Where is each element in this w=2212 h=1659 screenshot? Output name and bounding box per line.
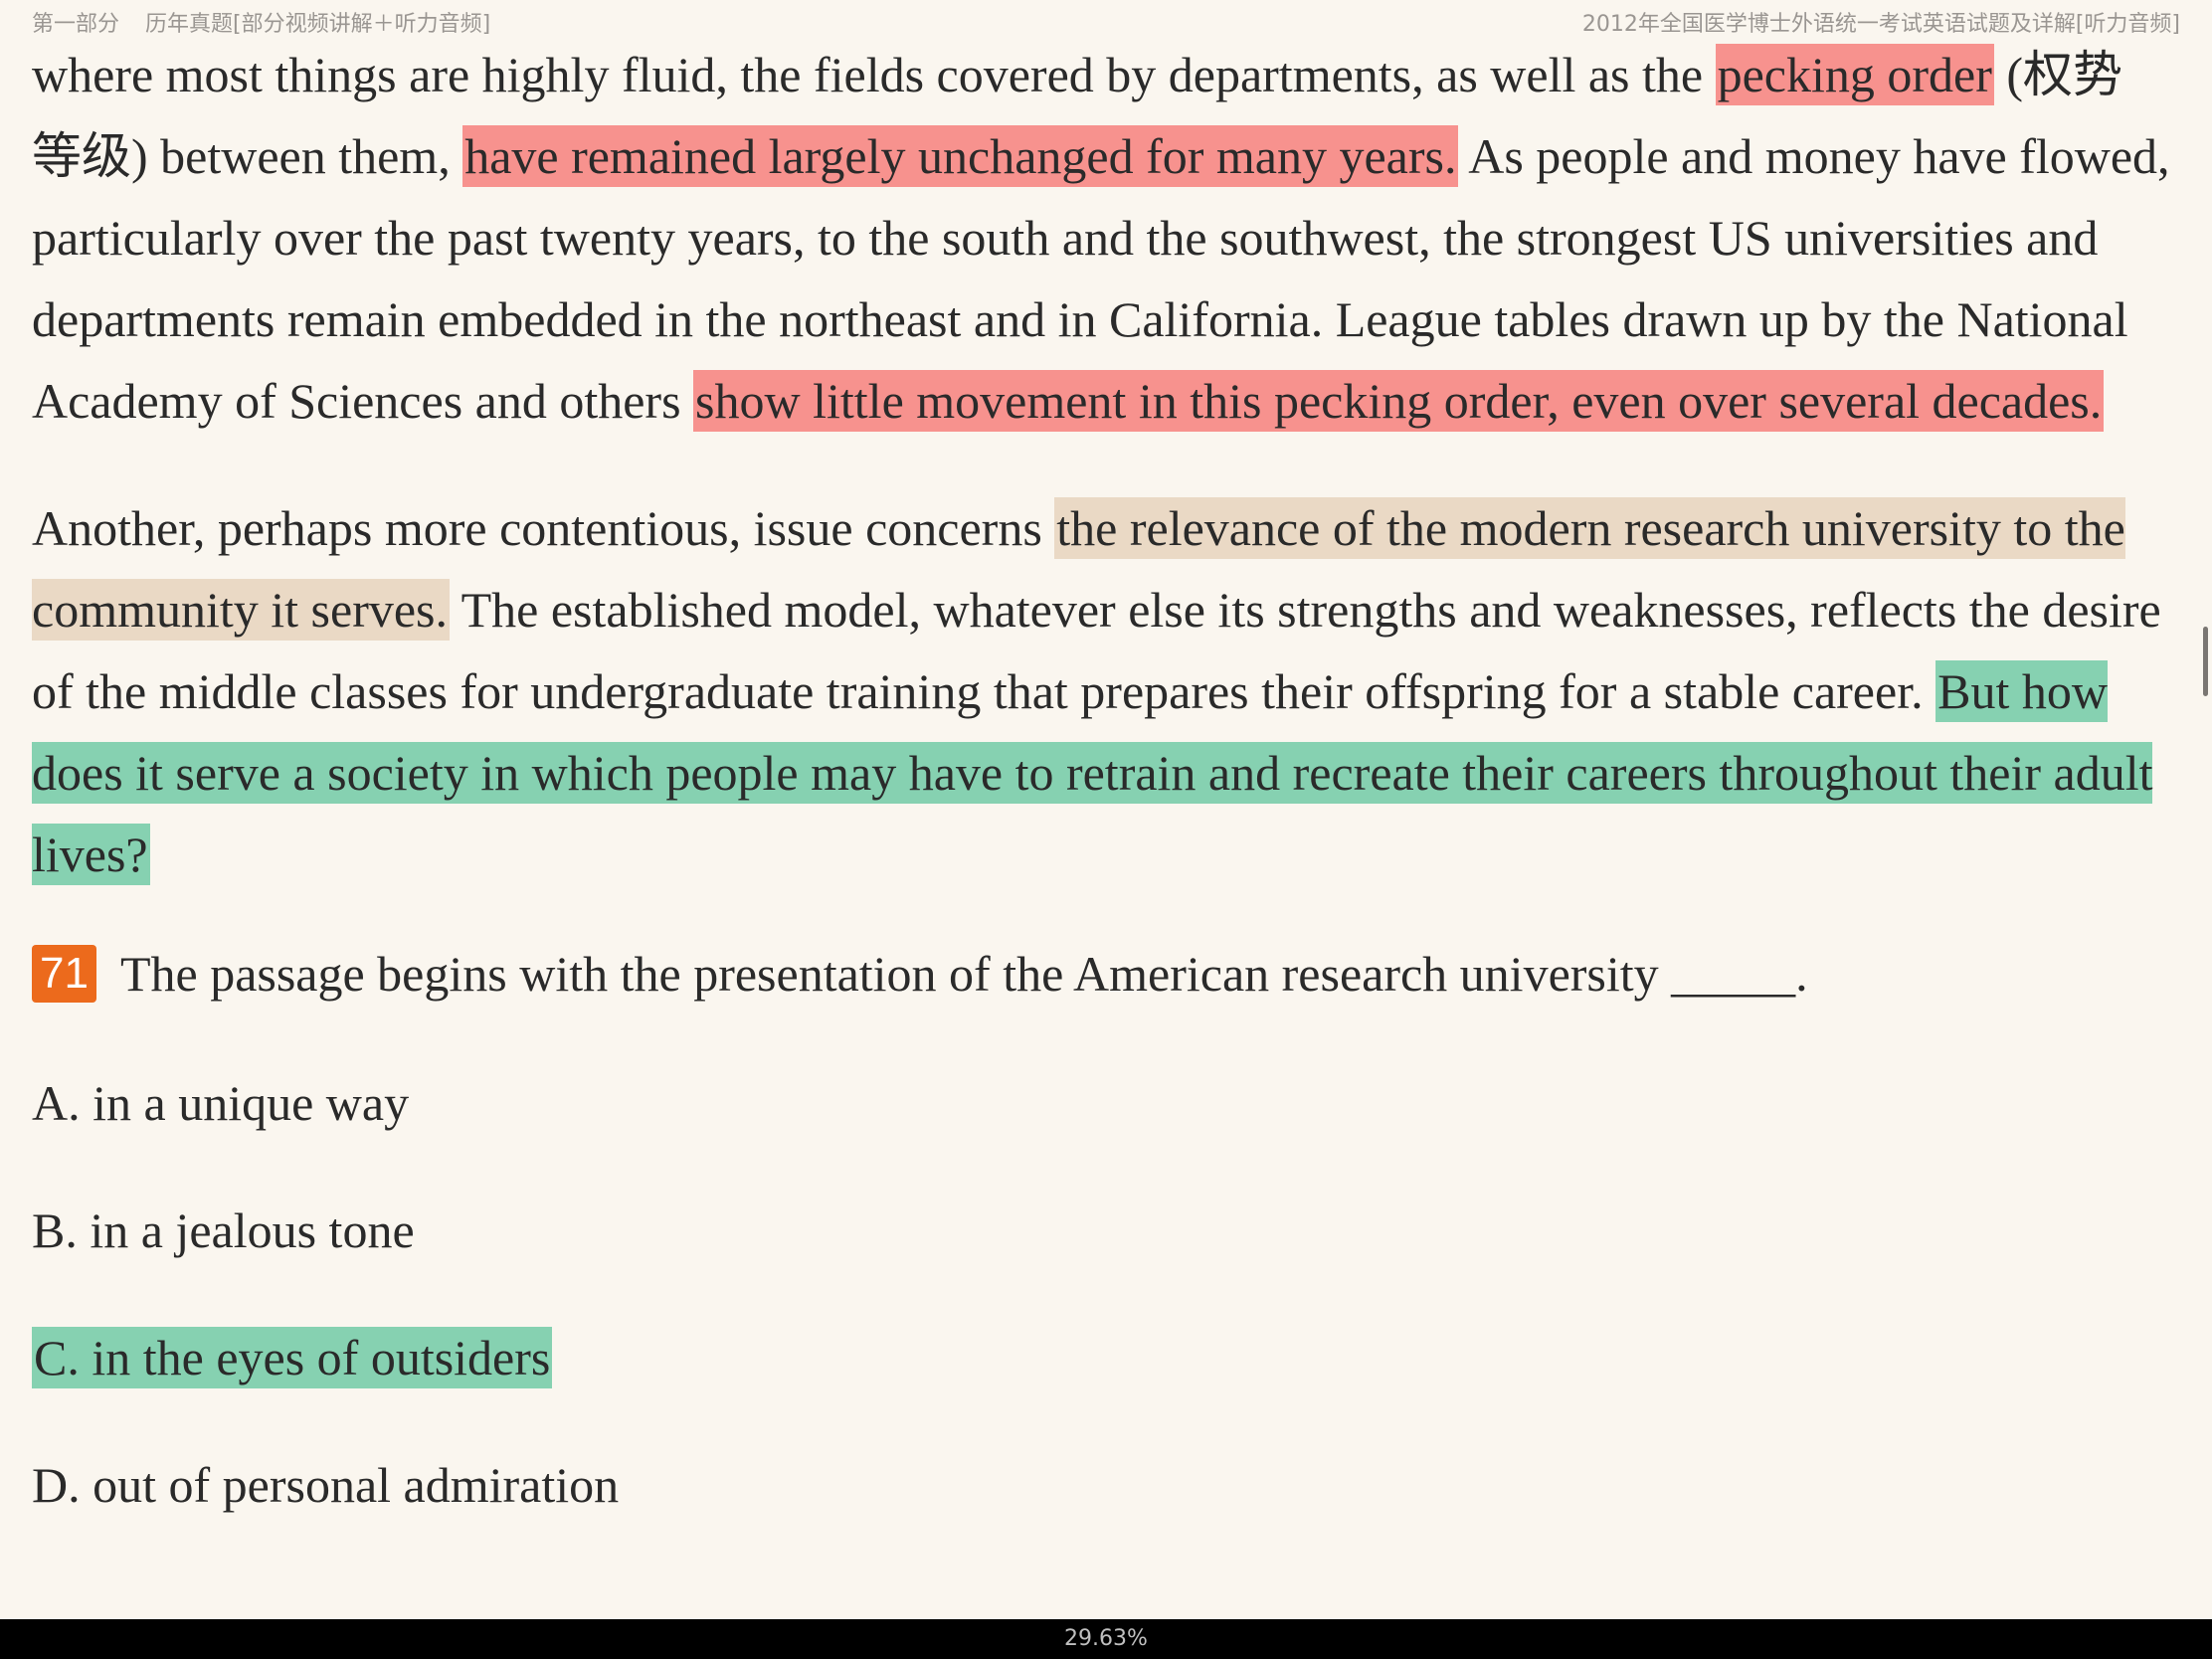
option-b-label: B. in a jealous tone	[32, 1202, 415, 1258]
option-d[interactable]: D. out of personal admiration	[32, 1454, 2170, 1516]
option-b[interactable]: B. in a jealous tone	[32, 1199, 2170, 1261]
highlight-red[interactable]: pecking order	[1715, 44, 1994, 105]
option-c[interactable]: C. in the eyes of outsiders	[32, 1327, 2170, 1388]
passage-paragraph-2: Another, perhaps more contentious, issue…	[32, 487, 2170, 895]
highlight-red[interactable]: have remained largely unchanged for many…	[462, 125, 1459, 187]
passage-text: where most things are highly fluid, the …	[32, 47, 1716, 102]
option-d-label: D. out of personal admiration	[32, 1457, 620, 1513]
passage-text: Another, perhaps more contentious, issue…	[32, 500, 1055, 556]
question-71: 71 The passage begins with the presentat…	[32, 941, 2170, 1007]
question-text: The passage begins with the presentation…	[119, 946, 1808, 1002]
option-c-highlighted-label[interactable]: C. in the eyes of outsiders	[32, 1327, 553, 1388]
question-number-badge: 71	[32, 945, 96, 1003]
reading-progress-bar: 29.63%	[0, 1619, 2212, 1659]
reading-progress: 29.63%	[1064, 1626, 1148, 1651]
option-a-label: A. in a unique way	[32, 1075, 410, 1131]
passage-paragraph-1: where most things are highly fluid, the …	[32, 34, 2170, 442]
highlight-red[interactable]: show little movement in this pecking ord…	[693, 370, 2105, 432]
reader-content: where most things are highly fluid, the …	[32, 34, 2170, 1516]
option-a[interactable]: A. in a unique way	[32, 1072, 2170, 1134]
scroll-indicator[interactable]	[2203, 627, 2208, 696]
